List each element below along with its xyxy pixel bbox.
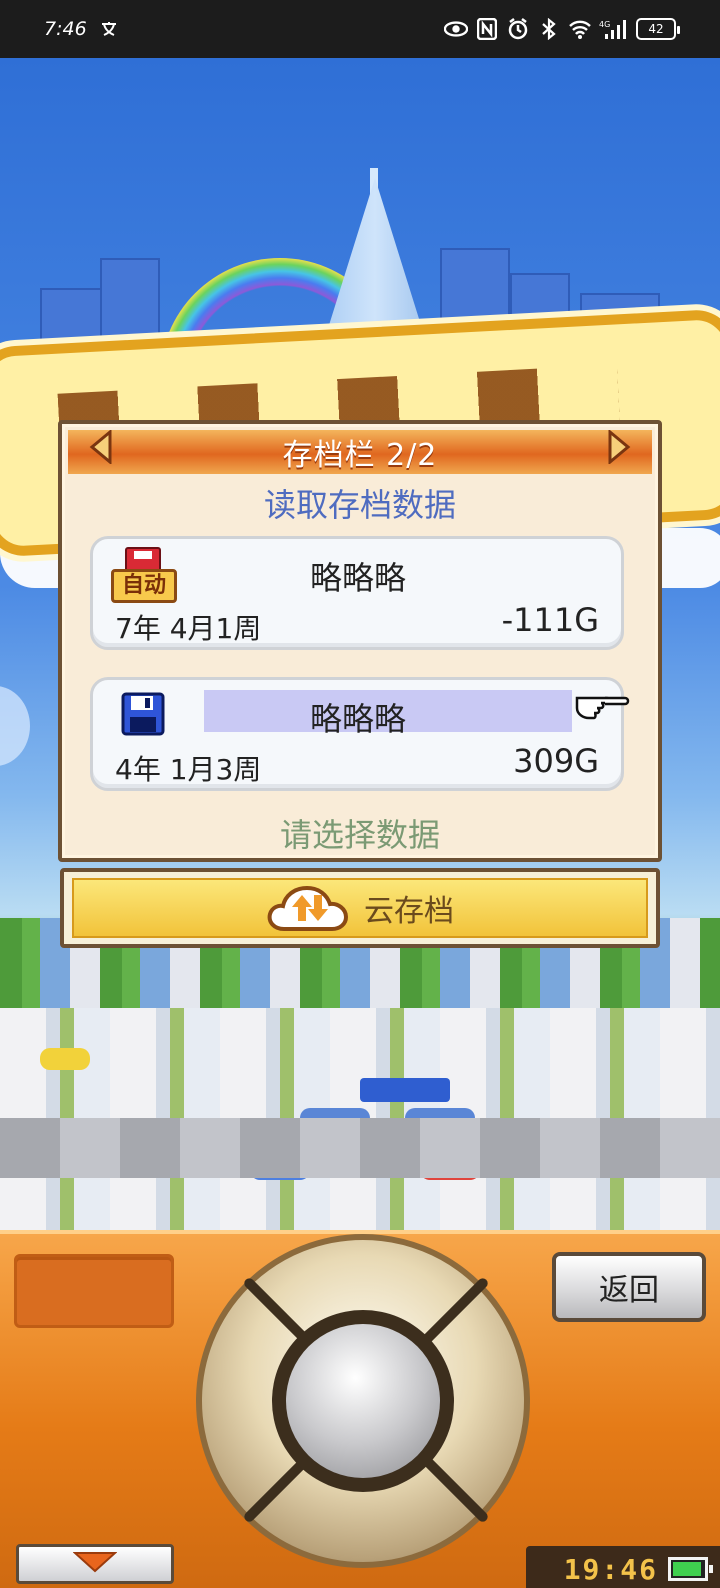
pointing-hand-icon [575,688,631,724]
dpad[interactable] [196,1234,530,1568]
nfc-icon [475,17,499,41]
status-bar: 7:46 4G 42 [0,0,720,58]
next-page-arrow-icon[interactable] [606,428,632,466]
side-bubble [0,686,30,766]
car [420,1158,480,1180]
menu-slot-button[interactable] [14,1254,174,1328]
eye-icon [444,17,468,41]
battery-indicator: 42 [636,18,680,40]
signal-4g-icon: 4G [599,17,629,41]
dialog-hint: 请选择数据 [279,816,440,854]
down-arrow-icon [72,1551,118,1577]
scroll-down-button[interactable] [16,1544,174,1584]
slot-name: 略略略 [309,559,406,597]
city-view [0,918,720,1230]
car [150,1133,210,1155]
battery-icon [668,1557,713,1581]
cloud-save-bar: 云存档 [60,868,660,948]
dialog-subtitle: 读取存档数据 [263,486,456,524]
slot-date: 7年 4月1周 [115,612,262,645]
back-button[interactable]: 返回 [552,1252,706,1322]
wifi-icon [568,17,592,41]
alarm-icon [506,17,530,41]
save-slot-auto[interactable]: 自动 略略略 7年 4月1周 -111G [90,536,624,650]
slot-date: 4年 1月3周 [115,753,262,786]
clock-time: 19:46 [563,1552,658,1586]
dialog-header: 存档栏 2/2 [68,430,652,474]
slot-name: 略略略 [309,700,406,738]
cloud-save-button[interactable]: 云存档 [72,878,648,938]
dialog-title: 存档栏 2/2 [282,438,438,473]
previous-page-arrow-icon[interactable] [88,428,114,466]
save-slot-dialog: 存档栏 2/2 读取存档数据 自动 略略略 7年 4月1周 -111G 略略略 … [58,420,662,862]
car [40,1048,90,1070]
slot-money: -111G [501,601,599,639]
game-clock: 19:46 [526,1546,720,1588]
battery-level: 42 [648,22,664,36]
cloud-save-label: 云存档 [364,894,454,929]
truck [405,1108,475,1144]
controller-panel: 返回 19:46 [0,1230,720,1588]
dpad-center-button[interactable] [286,1324,440,1478]
network-label: 4G [599,20,610,29]
save-slot-manual[interactable]: 略略略 4年 1月3周 309G [90,677,630,791]
truck [300,1108,370,1144]
status-time: 7:46 [44,18,87,40]
translate-icon [97,17,121,41]
bus [360,1078,450,1102]
bluetooth-icon [537,17,561,41]
cloud-upload-download-icon [266,883,350,933]
slot-money: 309G [513,742,599,780]
car [250,1158,310,1180]
